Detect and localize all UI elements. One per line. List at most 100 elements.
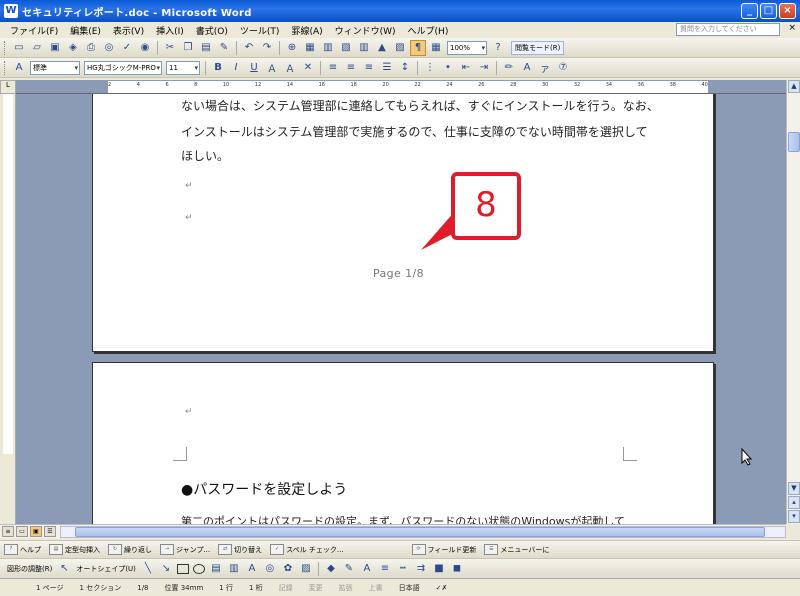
vertical-scroll-thumb[interactable] xyxy=(788,132,800,152)
menu-edit[interactable]: 編集(E) xyxy=(64,24,107,37)
format-painter-icon[interactable]: ✎ xyxy=(216,40,232,56)
menu-tools[interactable]: ツール(T) xyxy=(234,24,286,37)
menubar-button[interactable]: ☰ メニューバーに xyxy=(484,544,549,555)
status-extend[interactable]: 拡張 xyxy=(331,583,361,593)
horizontal-scroll-thumb[interactable] xyxy=(75,527,765,537)
tables-borders-icon[interactable]: ▦ xyxy=(302,40,318,56)
numbering-icon[interactable]: ⋮ xyxy=(422,60,438,76)
line-spacing-icon[interactable]: ↕ xyxy=(397,60,413,76)
bullets-icon[interactable]: • xyxy=(440,60,456,76)
scroll-down-icon[interactable]: ▼ xyxy=(788,482,800,495)
menu-window[interactable]: ウィンドウ(W) xyxy=(329,24,402,37)
underline-button[interactable]: U xyxy=(246,60,262,76)
zoom-select[interactable]: 100% xyxy=(447,40,487,55)
arrow-icon[interactable]: ↘ xyxy=(158,561,174,577)
hyperlink-icon[interactable]: ⊕ xyxy=(284,40,300,56)
permission-icon[interactable]: ◈ xyxy=(65,40,81,56)
autoshapes-menu-button[interactable]: オートシェイプ(U) xyxy=(73,564,139,574)
print-icon[interactable]: ⎙ xyxy=(83,40,99,56)
menu-insert[interactable]: 挿入(I) xyxy=(150,24,190,37)
decrease-indent-icon[interactable]: ⇤ xyxy=(458,60,474,76)
draw-menu-button[interactable]: 図形の調整(R) xyxy=(4,564,55,574)
italic-button[interactable]: I xyxy=(228,60,244,76)
wordart-icon[interactable]: A xyxy=(244,561,260,577)
vertical-ruler[interactable] xyxy=(0,94,16,524)
web-layout-icon[interactable]: ▭ xyxy=(16,526,28,537)
select-objects-icon[interactable]: ↖ xyxy=(56,561,72,577)
minimize-button[interactable]: _ xyxy=(741,3,758,19)
font-size-select[interactable]: 11 xyxy=(166,60,200,75)
line-color-icon[interactable]: ✎ xyxy=(341,561,357,577)
spell-check-button[interactable]: ✓ スペル チェック... xyxy=(270,544,344,555)
help-icon[interactable]: ? xyxy=(490,40,506,56)
drawing-icon[interactable]: ▲ xyxy=(374,40,390,56)
grid-icon[interactable]: ▦ xyxy=(428,40,444,56)
font-color-icon[interactable]: A xyxy=(519,60,535,76)
scroll-up-icon[interactable]: ▲ xyxy=(788,80,800,93)
help-question-input[interactable]: 質問を入力してください xyxy=(676,23,780,36)
research-icon[interactable]: ◉ xyxy=(137,40,153,56)
insert-picture-icon[interactable]: ▨ xyxy=(298,561,314,577)
character-scaling-icon[interactable]: ✕ xyxy=(300,60,316,76)
align-right-icon[interactable]: ≡ xyxy=(361,60,377,76)
open-folder-icon[interactable]: ▱ xyxy=(29,40,45,56)
help-button[interactable]: ? ヘルプ xyxy=(4,544,41,555)
maximize-button[interactable]: □ xyxy=(760,3,777,19)
outline-view-icon[interactable]: ☰ xyxy=(44,526,56,537)
status-overtype[interactable]: 上書 xyxy=(361,583,391,593)
status-record-macro[interactable]: 記録 xyxy=(271,583,301,593)
increase-indent-icon[interactable]: ⇥ xyxy=(476,60,492,76)
insert-table-icon[interactable]: ▥ xyxy=(320,40,336,56)
paste-icon[interactable]: ▤ xyxy=(198,40,214,56)
line-icon[interactable]: ╲ xyxy=(140,561,156,577)
style-select[interactable]: 標準 xyxy=(30,60,80,75)
menu-table[interactable]: 罫線(A) xyxy=(285,24,328,37)
print-preview-icon[interactable]: ◎ xyxy=(101,40,117,56)
redo-icon[interactable]: ↷ xyxy=(259,40,275,56)
vertical-text-box-icon[interactable]: ▥ xyxy=(226,561,242,577)
clip-art-icon[interactable]: ✿ xyxy=(280,561,296,577)
toolbar-grip[interactable] xyxy=(4,60,7,75)
show-hide-marks-icon[interactable]: ¶ xyxy=(410,39,426,56)
distribute-icon[interactable]: ☰ xyxy=(379,60,395,76)
tab-selector[interactable]: L xyxy=(0,80,16,94)
close-button[interactable]: × xyxy=(779,3,796,19)
print-layout-icon[interactable]: ▣ xyxy=(30,526,42,537)
oval-icon[interactable] xyxy=(192,563,205,574)
vertical-scrollbar[interactable]: ▲ ▼ ▴ ▾ xyxy=(786,80,800,524)
new-document-icon[interactable]: ▭ xyxy=(11,40,27,56)
3d-style-icon[interactable]: ◼ xyxy=(449,561,465,577)
insert-excel-icon[interactable]: ▧ xyxy=(338,40,354,56)
previous-page-icon[interactable]: ▴ xyxy=(788,496,800,509)
copy-icon[interactable]: ❐ xyxy=(180,40,196,56)
undo-icon[interactable]: ↶ xyxy=(241,40,257,56)
word-app-icon[interactable]: W xyxy=(4,4,18,18)
diagram-icon[interactable]: ◎ xyxy=(262,561,278,577)
dash-style-icon[interactable]: ┅ xyxy=(395,561,411,577)
align-justify-icon[interactable]: ≡ xyxy=(325,60,341,76)
columns-icon[interactable]: ▥ xyxy=(356,40,372,56)
jump-button[interactable]: → ジャンプ... xyxy=(160,544,210,555)
document-map-icon[interactable]: ▨ xyxy=(392,40,408,56)
line-style-icon[interactable]: ≡ xyxy=(377,561,393,577)
arrow-style-icon[interactable]: ⇉ xyxy=(413,561,429,577)
document-workspace[interactable]: ない場合は、システム管理部に連絡してもらえれば、すぐにインストールを行う。なお、… xyxy=(16,94,786,524)
switch-button[interactable]: ⇄ 切り替え xyxy=(218,544,262,555)
styles-formatting-icon[interactable]: A xyxy=(11,60,27,76)
align-center-icon[interactable]: ≡ xyxy=(343,60,359,76)
next-page-icon[interactable]: ▾ xyxy=(788,510,800,523)
menu-format[interactable]: 書式(O) xyxy=(190,24,234,37)
fill-color-icon[interactable]: ◆ xyxy=(323,561,339,577)
autotext-insert-button[interactable]: ▤ 定型句挿入 xyxy=(49,544,100,555)
bold-button[interactable]: B xyxy=(210,60,226,76)
rectangle-icon[interactable] xyxy=(176,563,189,574)
menu-help[interactable]: ヘルプ(H) xyxy=(402,24,455,37)
normal-view-icon[interactable]: ≡ xyxy=(2,526,14,537)
shadow-style-icon[interactable]: ■ xyxy=(431,561,447,577)
phonetic-guide-icon[interactable]: ァ xyxy=(537,60,553,76)
save-icon[interactable]: ▣ xyxy=(47,40,63,56)
repeat-button[interactable]: ↻ 繰り返し xyxy=(108,544,152,555)
horizontal-ruler[interactable]: 2 4 6 8 10 12 14 16 18 20 22 24 26 28 30 32 34 36 38 40 xyxy=(16,80,786,94)
document-close-icon[interactable]: × xyxy=(788,23,796,33)
font-color-draw-icon[interactable]: A xyxy=(359,561,375,577)
